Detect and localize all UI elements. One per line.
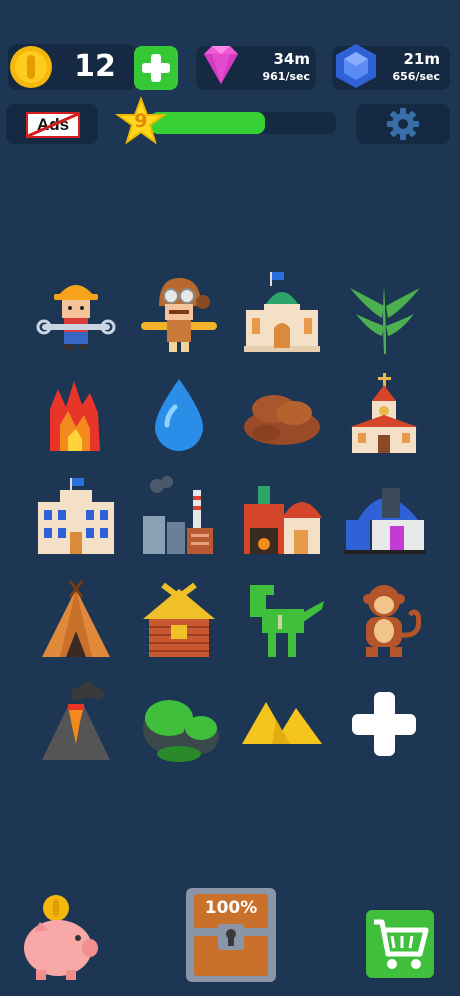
school-building-icon xyxy=(38,478,114,554)
sapphire-rate: 656/sec xyxy=(392,70,440,83)
gem-rate: 961/sec xyxy=(262,70,310,83)
tile-pilot[interactable] xyxy=(133,266,226,359)
coin-count: 12 xyxy=(74,49,116,84)
observatory-lab-icon xyxy=(344,488,426,554)
builder-worker-icon xyxy=(36,285,116,350)
tile-mud-pile[interactable] xyxy=(236,369,329,462)
volcano-icon xyxy=(42,682,110,760)
tile-dinosaur[interactable] xyxy=(236,575,329,668)
gold-coin-icon xyxy=(6,44,56,90)
shopping-cart-icon xyxy=(374,919,429,969)
tile-factory[interactable] xyxy=(133,472,226,565)
fern-plant-icon xyxy=(350,286,420,354)
tile-observatory-lab[interactable] xyxy=(338,472,431,565)
tile-forge-workshop[interactable] xyxy=(236,472,329,565)
fire-icon xyxy=(50,381,100,451)
piggy-bank-icon xyxy=(24,895,98,980)
tile-water-drop[interactable] xyxy=(133,369,226,462)
tile-domed-hall[interactable] xyxy=(236,266,329,359)
water-drop-icon xyxy=(155,379,203,451)
blue-sapphire-icon xyxy=(330,40,382,92)
plus-icon xyxy=(352,692,416,756)
tile-fern-plant[interactable] xyxy=(338,266,431,359)
log-cabin-icon xyxy=(143,582,215,657)
chapel-icon xyxy=(350,373,418,453)
mud-pile-icon xyxy=(244,395,320,445)
strike-icon xyxy=(27,112,79,138)
add-coins-button[interactable] xyxy=(134,46,178,90)
tile-mossy-rocks[interactable] xyxy=(133,678,226,771)
shop-cart-button[interactable] xyxy=(366,910,434,978)
tile-volcano[interactable] xyxy=(30,678,123,771)
remove-ads-label[interactable]: Ads xyxy=(26,112,80,138)
tile-tepee[interactable] xyxy=(30,575,123,668)
level-number: 9 xyxy=(134,110,148,132)
tile-chapel[interactable] xyxy=(338,369,431,462)
factory-icon xyxy=(143,476,213,554)
mossy-rocks-icon xyxy=(143,700,219,762)
piggy-bank-button[interactable] xyxy=(20,892,100,982)
tile-builder-worker[interactable] xyxy=(30,266,123,359)
tile-log-cabin[interactable] xyxy=(133,575,226,668)
plus-icon xyxy=(142,54,170,82)
gear-icon xyxy=(387,108,419,140)
settings-button[interactable] xyxy=(356,104,450,144)
pink-diamond-icon xyxy=(194,40,248,92)
pilot-icon xyxy=(141,278,217,352)
dinosaur-icon xyxy=(250,585,324,657)
tepee-icon xyxy=(42,580,110,657)
tile-school-building[interactable] xyxy=(30,472,123,565)
tile-add-slot[interactable] xyxy=(338,678,431,771)
chest-progress-label: 100% xyxy=(204,898,258,918)
tile-sand-dunes[interactable] xyxy=(236,678,329,771)
sand-dunes-icon xyxy=(242,702,322,744)
tile-fire[interactable] xyxy=(30,369,123,462)
gem-amount: 34m xyxy=(273,50,310,68)
monkey-icon xyxy=(363,585,422,657)
tile-monkey[interactable] xyxy=(338,575,431,668)
sapphire-amount: 21m xyxy=(403,50,440,68)
domed-hall-icon xyxy=(244,272,320,352)
forge-workshop-icon xyxy=(244,486,322,554)
